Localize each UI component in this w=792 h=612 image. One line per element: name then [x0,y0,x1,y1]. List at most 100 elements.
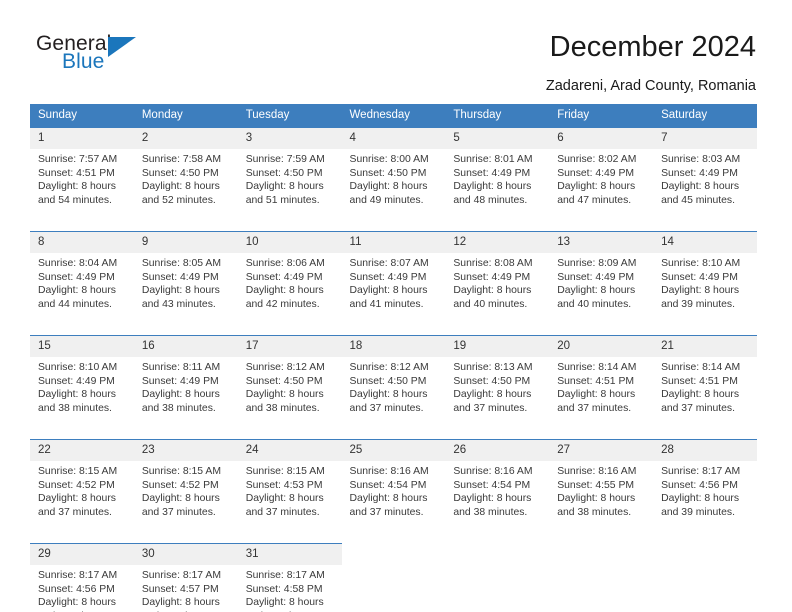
sunrise-text: Sunrise: 8:17 AM [38,570,118,581]
daylight-1-text: Daylight: 8 hours [141,389,220,401]
calendar-day-cell[interactable]: 2 Sunrise: 7:58 AM Sunset: 4:50 PM Daylight… [133,127,238,217]
day-cell-content: 29 Sunrise: 8:17 AM Sunset: 4:56 PM Dayligh… [30,543,134,612]
daylight-1-text: Daylight: 8 hours [557,181,636,193]
sunset-text: Sunset: 4:50 PM [245,167,323,179]
daylight-2-text: and 47 minutes. [557,194,632,206]
calendar-day-cell[interactable]: 4 Sunrise: 8:00 AM Sunset: 4:50 PM Daylight… [341,127,446,217]
day-cell-content: 26 Sunrise: 8:16 AM Sunset: 4:54 PM Dayligh… [445,439,550,529]
day-details: Sunrise: 8:00 AM Sunset: 4:50 PM Daylight:… [342,149,446,207]
calendar-day-cell[interactable]: 21 Sunrise: 8:14 AM Sunset: 4:51 PM Dayligh… [653,335,757,425]
calendar-day-cell[interactable]: 7 Sunrise: 8:03 AM Sunset: 4:49 PM Daylight… [653,127,757,217]
calendar-day-cell[interactable]: 10 Sunrise: 8:06 AM Sunset: 4:49 PM Dayligh… [237,231,342,321]
calendar-day-cell[interactable]: 20 Sunrise: 8:14 AM Sunset: 4:51 PM Dayligh… [549,335,654,425]
sunset-text: Sunset: 4:49 PM [141,375,219,387]
calendar-day-cell[interactable]: 28 Sunrise: 8:17 AM Sunset: 4:56 PM Dayligh… [653,439,757,529]
calendar-day-cell[interactable]: 11 Sunrise: 8:07 AM Sunset: 4:49 PM Dayligh… [341,231,446,321]
sunset-text: Sunset: 4:49 PM [661,271,738,283]
day-cell-content: 16 Sunrise: 8:11 AM Sunset: 4:49 PM Dayligh… [133,335,238,425]
daylight-2-text: and 52 minutes. [141,194,216,206]
day-cell-content: 15 Sunrise: 8:10 AM Sunset: 4:49 PM Dayligh… [30,335,134,425]
calendar-day-cell[interactable]: 3 Sunrise: 7:59 AM Sunset: 4:50 PM Daylight… [237,127,342,217]
week-spacer [30,321,757,335]
day-details: Sunrise: 8:09 AM Sunset: 4:49 PM Daylight:… [549,253,653,311]
week-spacer [30,425,757,439]
calendar-day-cell[interactable]: 22 Sunrise: 8:15 AM Sunset: 4:52 PM Dayligh… [30,439,134,529]
day-cell-content: 6 Sunrise: 8:02 AM Sunset: 4:49 PM Daylight… [549,127,654,217]
daylight-2-text: and 37 minutes. [141,506,216,518]
day-cell-content: 30 Sunrise: 8:17 AM Sunset: 4:57 PM Dayligh… [133,543,238,612]
brand-logo[interactable]: General Blue [36,33,216,83]
weekday-header-tuesday: Tuesday [237,104,342,127]
sunrise-text: Sunrise: 8:14 AM [557,362,637,373]
calendar-day-cell[interactable]: 1 Sunrise: 7:57 AM Sunset: 4:51 PM Daylight… [30,127,134,217]
daylight-1-text: Daylight: 8 hours [245,285,324,297]
calendar-day-cell[interactable]: 29 Sunrise: 8:17 AM Sunset: 4:56 PM Dayligh… [30,543,134,612]
calendar-day-cell[interactable]: 25 Sunrise: 8:16 AM Sunset: 4:54 PM Dayligh… [341,439,446,529]
sunset-text: Sunset: 4:49 PM [557,271,635,283]
day-cell-content: 18 Sunrise: 8:12 AM Sunset: 4:50 PM Dayligh… [341,335,446,425]
calendar-day-cell[interactable]: 14 Sunrise: 8:10 AM Sunset: 4:49 PM Dayligh… [653,231,757,321]
calendar-day-cell[interactable]: 12 Sunrise: 8:08 AM Sunset: 4:49 PM Dayligh… [445,231,550,321]
sunset-text: Sunset: 4:58 PM [245,583,323,595]
calendar-day-cell[interactable]: 6 Sunrise: 8:02 AM Sunset: 4:49 PM Daylight… [549,127,654,217]
sunrise-text: Sunrise: 8:01 AM [453,154,533,165]
daylight-1-text: Daylight: 8 hours [661,493,740,505]
daylight-1-text: Daylight: 8 hours [349,493,428,505]
sunset-text: Sunset: 4:50 PM [349,375,427,387]
day-cell-content: 12 Sunrise: 8:08 AM Sunset: 4:49 PM Dayligh… [445,231,550,321]
calendar-day-cell[interactable]: 19 Sunrise: 8:13 AM Sunset: 4:50 PM Dayligh… [445,335,550,425]
day-number: 8 [30,232,134,253]
sunset-text: Sunset: 4:49 PM [38,375,115,387]
daylight-2-text: and 40 minutes. [453,298,528,310]
week-spacer-cell [30,321,757,335]
day-number: 22 [30,440,134,461]
calendar-day-cell[interactable]: 16 Sunrise: 8:11 AM Sunset: 4:49 PM Dayligh… [133,335,238,425]
daylight-1-text: Daylight: 8 hours [245,389,324,401]
calendar-day-cell[interactable]: 15 Sunrise: 8:10 AM Sunset: 4:49 PM Dayligh… [30,335,134,425]
calendar-day-cell[interactable]: 13 Sunrise: 8:09 AM Sunset: 4:49 PM Dayligh… [549,231,654,321]
calendar-week-row: 1 Sunrise: 7:57 AM Sunset: 4:51 PM Daylight… [30,127,757,217]
day-number: 4 [341,128,446,149]
daylight-2-text: and 38 minutes. [245,402,320,414]
calendar-day-cell[interactable]: 18 Sunrise: 8:12 AM Sunset: 4:50 PM Dayligh… [341,335,446,425]
calendar-day-cell-empty [341,543,446,612]
daylight-1-text: Daylight: 8 hours [661,389,740,401]
calendar-day-cell[interactable]: 5 Sunrise: 8:01 AM Sunset: 4:49 PM Daylight… [445,127,550,217]
sunset-text: Sunset: 4:49 PM [557,167,635,179]
calendar-body: 1 Sunrise: 7:57 AM Sunset: 4:51 PM Daylight… [30,127,757,612]
sunrise-text: Sunrise: 8:05 AM [141,258,221,269]
day-cell-content: 7 Sunrise: 8:03 AM Sunset: 4:49 PM Daylight… [653,127,757,217]
calendar-day-cell[interactable]: 26 Sunrise: 8:16 AM Sunset: 4:54 PM Dayligh… [445,439,550,529]
sunset-text: Sunset: 4:51 PM [661,375,738,387]
daylight-2-text: and 37 minutes. [38,506,112,518]
daylight-1-text: Daylight: 8 hours [349,181,428,193]
day-number: 6 [549,128,654,149]
sunset-text: Sunset: 4:50 PM [349,167,427,179]
calendar-day-cell[interactable]: 30 Sunrise: 8:17 AM Sunset: 4:57 PM Dayligh… [133,543,238,612]
sunset-text: Sunset: 4:53 PM [245,479,323,491]
sunset-text: Sunset: 4:56 PM [661,479,738,491]
daylight-1-text: Daylight: 8 hours [453,285,532,297]
sunrise-text: Sunrise: 8:15 AM [245,466,325,477]
empty-cell [549,543,654,612]
day-cell-content: 13 Sunrise: 8:09 AM Sunset: 4:49 PM Dayligh… [549,231,654,321]
daylight-1-text: Daylight: 8 hours [661,181,740,193]
calendar-day-cell[interactable]: 27 Sunrise: 8:16 AM Sunset: 4:55 PM Dayligh… [549,439,654,529]
calendar-day-cell[interactable]: 24 Sunrise: 8:15 AM Sunset: 4:53 PM Dayligh… [237,439,342,529]
day-number: 25 [341,440,446,461]
day-cell-content: 2 Sunrise: 7:58 AM Sunset: 4:50 PM Daylight… [133,127,238,217]
calendar-day-cell[interactable]: 23 Sunrise: 8:15 AM Sunset: 4:52 PM Dayligh… [133,439,238,529]
calendar-day-cell[interactable]: 31 Sunrise: 8:17 AM Sunset: 4:58 PM Dayligh… [237,543,342,612]
sunrise-text: Sunrise: 8:06 AM [245,258,325,269]
daylight-1-text: Daylight: 8 hours [661,285,740,297]
calendar-day-cell[interactable]: 8 Sunrise: 8:04 AM Sunset: 4:49 PM Daylight… [30,231,134,321]
day-details: Sunrise: 8:02 AM Sunset: 4:49 PM Daylight:… [549,149,653,207]
sunrise-text: Sunrise: 8:17 AM [245,570,325,581]
daylight-2-text: and 42 minutes. [245,298,320,310]
calendar-day-cell[interactable]: 17 Sunrise: 8:12 AM Sunset: 4:50 PM Dayligh… [237,335,342,425]
sunset-text: Sunset: 4:55 PM [557,479,635,491]
sunset-text: Sunset: 4:49 PM [453,167,531,179]
sunrise-text: Sunrise: 8:13 AM [453,362,533,373]
calendar-day-cell[interactable]: 9 Sunrise: 8:05 AM Sunset: 4:49 PM Daylight… [133,231,238,321]
daylight-2-text: and 37 minutes. [453,402,528,414]
